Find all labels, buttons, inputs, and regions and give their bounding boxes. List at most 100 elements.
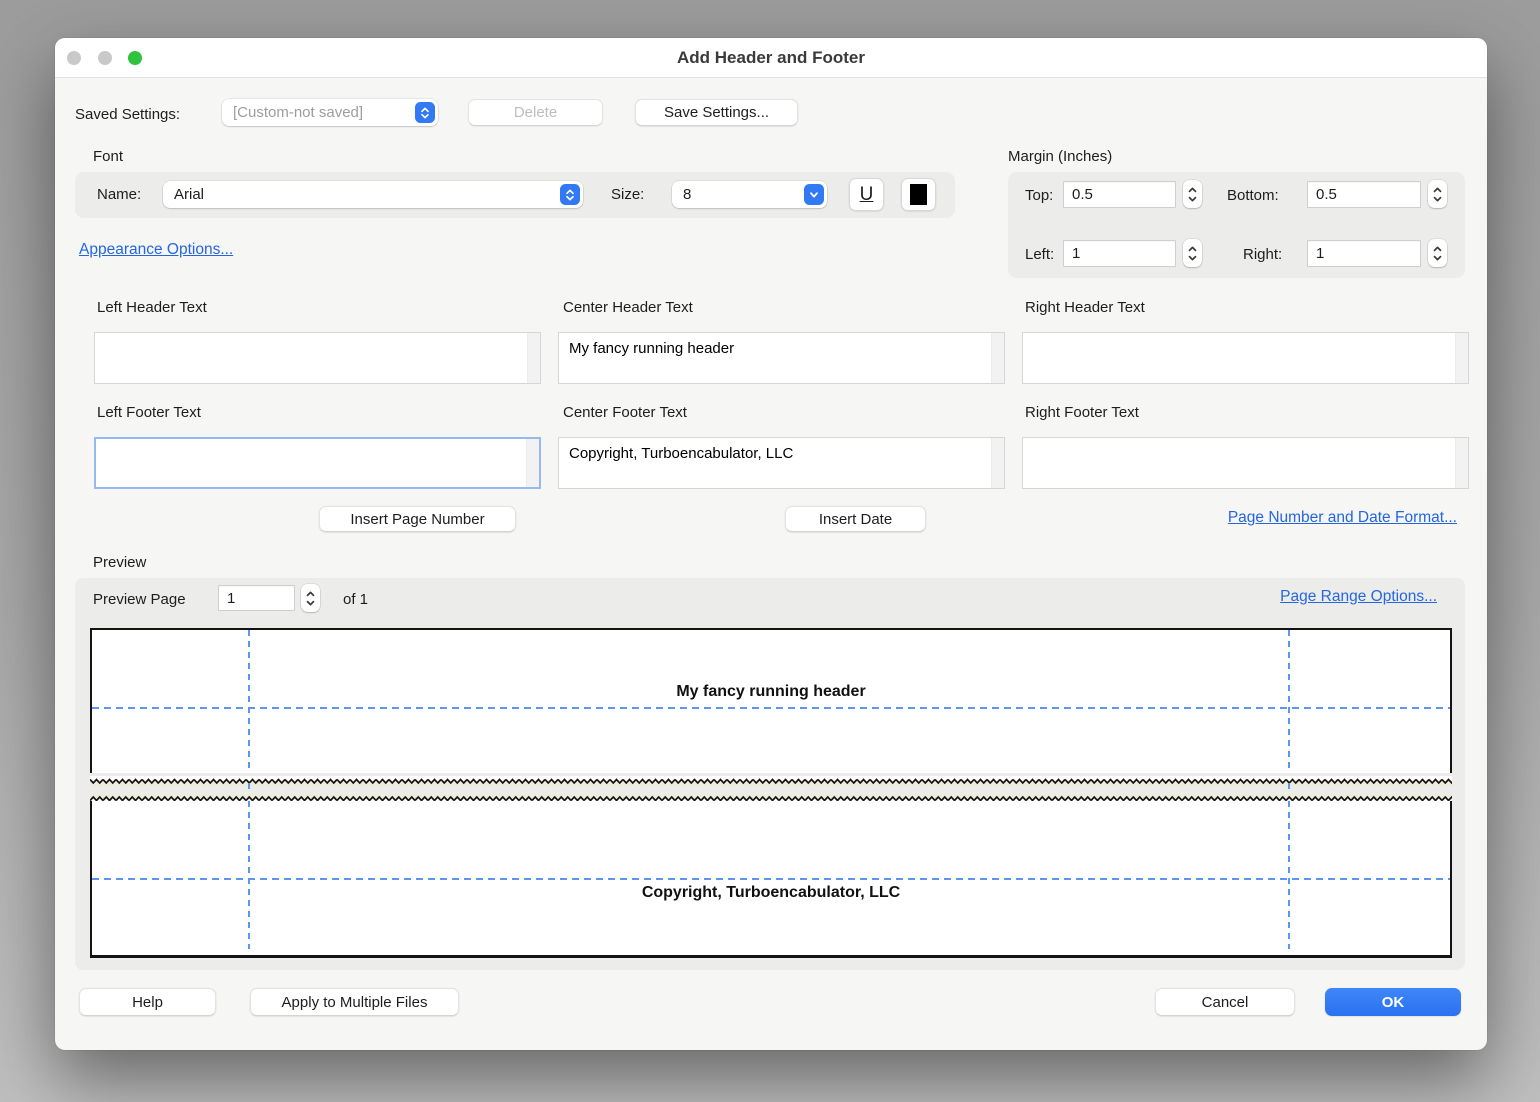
delete-button: Delete	[468, 99, 603, 126]
torn-edge-bottom-piece	[90, 791, 1452, 801]
scrollbar-gutter	[1455, 333, 1468, 383]
save-settings-button[interactable]: Save Settings...	[635, 99, 798, 126]
margin-top-label: Top:	[1025, 187, 1053, 204]
titlebar: Add Header and Footer	[55, 38, 1487, 78]
center-footer-text: Copyright, Turboencabulator, LLC	[559, 438, 990, 488]
right-header-textarea[interactable]	[1022, 332, 1469, 384]
margin-top-stepper[interactable]	[1183, 180, 1202, 208]
left-margin-guide	[248, 630, 250, 773]
preview-page-label: Preview Page	[93, 591, 186, 608]
stepper-up-icon	[1188, 246, 1197, 252]
stepper-down-icon	[1433, 255, 1442, 261]
margin-left-label: Left:	[1025, 246, 1054, 263]
color-swatch-icon	[910, 184, 927, 205]
font-size-dropdown[interactable]: 8	[672, 181, 827, 208]
minimize-window-icon	[98, 51, 112, 65]
preview-page-stepper[interactable]	[301, 584, 320, 612]
center-header-text: My fancy running header	[559, 333, 990, 383]
left-footer-textarea[interactable]	[94, 437, 541, 489]
preview-page-input[interactable]	[218, 585, 295, 611]
right-footer-label: Right Footer Text	[1025, 404, 1139, 421]
help-button[interactable]: Help	[79, 988, 216, 1016]
insert-date-button[interactable]: Insert Date	[785, 506, 926, 532]
font-name-label: Name:	[97, 186, 141, 203]
center-header-textarea[interactable]: My fancy running header	[558, 332, 1005, 384]
right-margin-guide	[1288, 783, 1290, 791]
margin-bottom-stepper[interactable]	[1428, 180, 1447, 208]
font-group: Name: Arial Size: 8 U	[75, 172, 955, 218]
margin-bottom-input[interactable]	[1307, 181, 1421, 208]
margin-left-input[interactable]	[1063, 240, 1176, 267]
stepper-down-icon	[1188, 196, 1197, 202]
margin-section-label: Margin (Inches)	[1008, 148, 1112, 165]
stepper-down-icon	[1433, 196, 1442, 202]
dialog-title: Add Header and Footer	[55, 38, 1487, 78]
margin-left-stepper[interactable]	[1183, 239, 1202, 267]
font-name-value: Arial	[163, 186, 560, 203]
saved-settings-label: Saved Settings:	[75, 106, 180, 123]
ok-button[interactable]: OK	[1325, 988, 1461, 1016]
left-header-textarea[interactable]	[94, 332, 541, 384]
preview-header-text: My fancy running header	[92, 683, 1450, 701]
stepper-down-icon	[306, 600, 315, 606]
right-footer-text	[1023, 438, 1454, 488]
font-color-well[interactable]	[901, 178, 936, 211]
preview-page-count: of 1	[343, 591, 368, 608]
saved-settings-dropdown[interactable]: [Custom-not saved]	[222, 99, 438, 126]
combo-chevron-icon	[804, 184, 824, 205]
preview-section-label: Preview	[93, 554, 146, 571]
right-margin-guide	[1288, 801, 1290, 949]
popup-chevrons-icon	[415, 102, 435, 123]
saved-settings-value: [Custom-not saved]	[222, 104, 415, 121]
header-margin-guide	[92, 707, 1450, 709]
left-header-label: Left Header Text	[97, 299, 207, 316]
page-range-options-link[interactable]: Page Range Options...	[1280, 588, 1437, 606]
footer-margin-guide	[92, 878, 1450, 880]
right-header-text	[1023, 333, 1454, 383]
center-footer-textarea[interactable]: Copyright, Turboencabulator, LLC	[558, 437, 1005, 489]
font-name-dropdown[interactable]: Arial	[163, 181, 583, 208]
left-margin-guide	[248, 783, 250, 791]
insert-page-number-button[interactable]: Insert Page Number	[319, 506, 516, 532]
margin-top-input[interactable]	[1063, 181, 1176, 208]
right-header-label: Right Header Text	[1025, 299, 1145, 316]
page-number-date-format-link[interactable]: Page Number and Date Format...	[1228, 509, 1457, 527]
zoom-window-icon[interactable]	[128, 51, 142, 65]
page-preview: My fancy running header	[90, 628, 1452, 958]
left-margin-guide	[248, 801, 250, 949]
margin-right-label: Right:	[1243, 246, 1282, 263]
scrollbar-gutter	[527, 333, 540, 383]
page-preview-bottom: Copyright, Turboencabulator, LLC	[90, 801, 1452, 958]
torn-edge-top-piece	[90, 773, 1452, 783]
right-margin-guide	[1288, 630, 1290, 773]
torn-gap	[90, 783, 1452, 791]
cancel-button[interactable]: Cancel	[1155, 988, 1295, 1016]
center-header-label: Center Header Text	[563, 299, 693, 316]
close-window-icon	[67, 51, 81, 65]
scrollbar-gutter	[1455, 438, 1468, 488]
preview-footer-text: Copyright, Turboencabulator, LLC	[92, 884, 1450, 902]
margin-bottom-label: Bottom:	[1227, 187, 1279, 204]
left-footer-label: Left Footer Text	[97, 404, 201, 421]
scrollbar-gutter	[526, 439, 539, 487]
left-header-text	[95, 333, 526, 383]
left-footer-text	[96, 439, 525, 487]
right-footer-textarea[interactable]	[1022, 437, 1469, 489]
appearance-options-link[interactable]: Appearance Options...	[79, 241, 233, 259]
font-size-label: Size:	[611, 186, 644, 203]
page-preview-top: My fancy running header	[90, 628, 1452, 773]
underline-icon: U	[860, 184, 874, 206]
center-footer-label: Center Footer Text	[563, 404, 687, 421]
stepper-up-icon	[306, 591, 315, 597]
underline-button[interactable]: U	[849, 178, 884, 211]
margin-group: Top: Bottom: Left: Right:	[1008, 172, 1465, 278]
add-header-footer-dialog: Add Header and Footer Saved Settings: [C…	[55, 38, 1487, 1050]
scrollbar-gutter	[991, 438, 1004, 488]
apply-to-multiple-files-button[interactable]: Apply to Multiple Files	[250, 988, 459, 1016]
margin-right-stepper[interactable]	[1428, 239, 1447, 267]
font-section-label: Font	[93, 148, 123, 165]
margin-right-input[interactable]	[1307, 240, 1421, 267]
stepper-up-icon	[1433, 187, 1442, 193]
scrollbar-gutter	[991, 333, 1004, 383]
stepper-up-icon	[1188, 187, 1197, 193]
